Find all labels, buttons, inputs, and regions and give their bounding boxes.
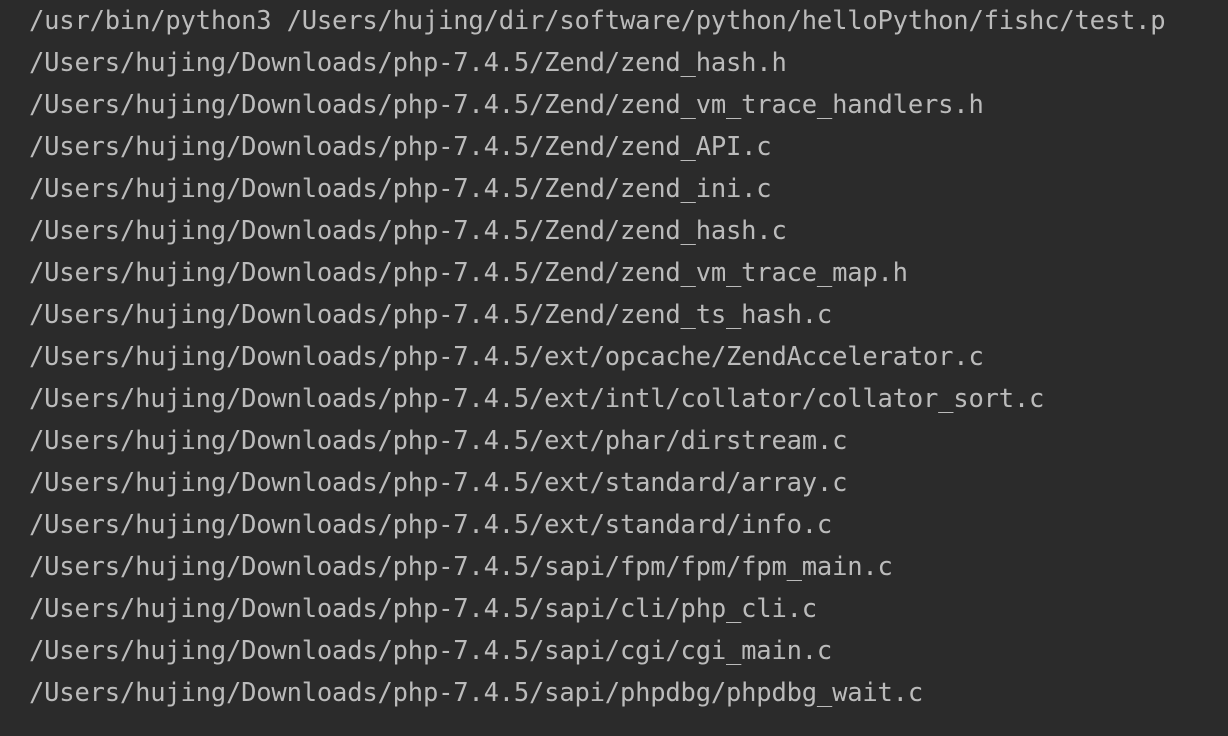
output-line: /Users/hujing/Downloads/php-7.4.5/Zend/z… <box>29 216 787 246</box>
output-line: /Users/hujing/Downloads/php-7.4.5/sapi/c… <box>29 636 833 666</box>
command-line: /usr/bin/python3 /Users/hujing/dir/softw… <box>29 6 1166 36</box>
console-output-panel: /usr/bin/python3 /Users/hujing/dir/softw… <box>0 0 1228 736</box>
output-line: /Users/hujing/Downloads/php-7.4.5/Zend/z… <box>29 48 787 78</box>
console-output-lines: /usr/bin/python3 /Users/hujing/dir/softw… <box>29 0 1166 714</box>
output-line: /Users/hujing/Downloads/php-7.4.5/Zend/z… <box>29 300 833 330</box>
output-line: /Users/hujing/Downloads/php-7.4.5/ext/st… <box>29 510 833 540</box>
output-line: /Users/hujing/Downloads/php-7.4.5/ext/ph… <box>29 426 848 456</box>
output-line: /Users/hujing/Downloads/php-7.4.5/sapi/f… <box>29 552 893 582</box>
output-line: /Users/hujing/Downloads/php-7.4.5/sapi/c… <box>29 594 817 624</box>
output-line: /Users/hujing/Downloads/php-7.4.5/sapi/p… <box>29 678 923 708</box>
output-line: /Users/hujing/Downloads/php-7.4.5/Zend/z… <box>29 132 772 162</box>
output-line: /Users/hujing/Downloads/php-7.4.5/ext/st… <box>29 468 848 498</box>
output-line: /Users/hujing/Downloads/php-7.4.5/Zend/z… <box>29 90 984 120</box>
output-line: /Users/hujing/Downloads/php-7.4.5/Zend/z… <box>29 258 908 288</box>
output-line: /Users/hujing/Downloads/php-7.4.5/Zend/z… <box>29 174 772 204</box>
output-line: /Users/hujing/Downloads/php-7.4.5/ext/op… <box>29 342 984 372</box>
output-line: /Users/hujing/Downloads/php-7.4.5/ext/in… <box>29 384 1045 414</box>
